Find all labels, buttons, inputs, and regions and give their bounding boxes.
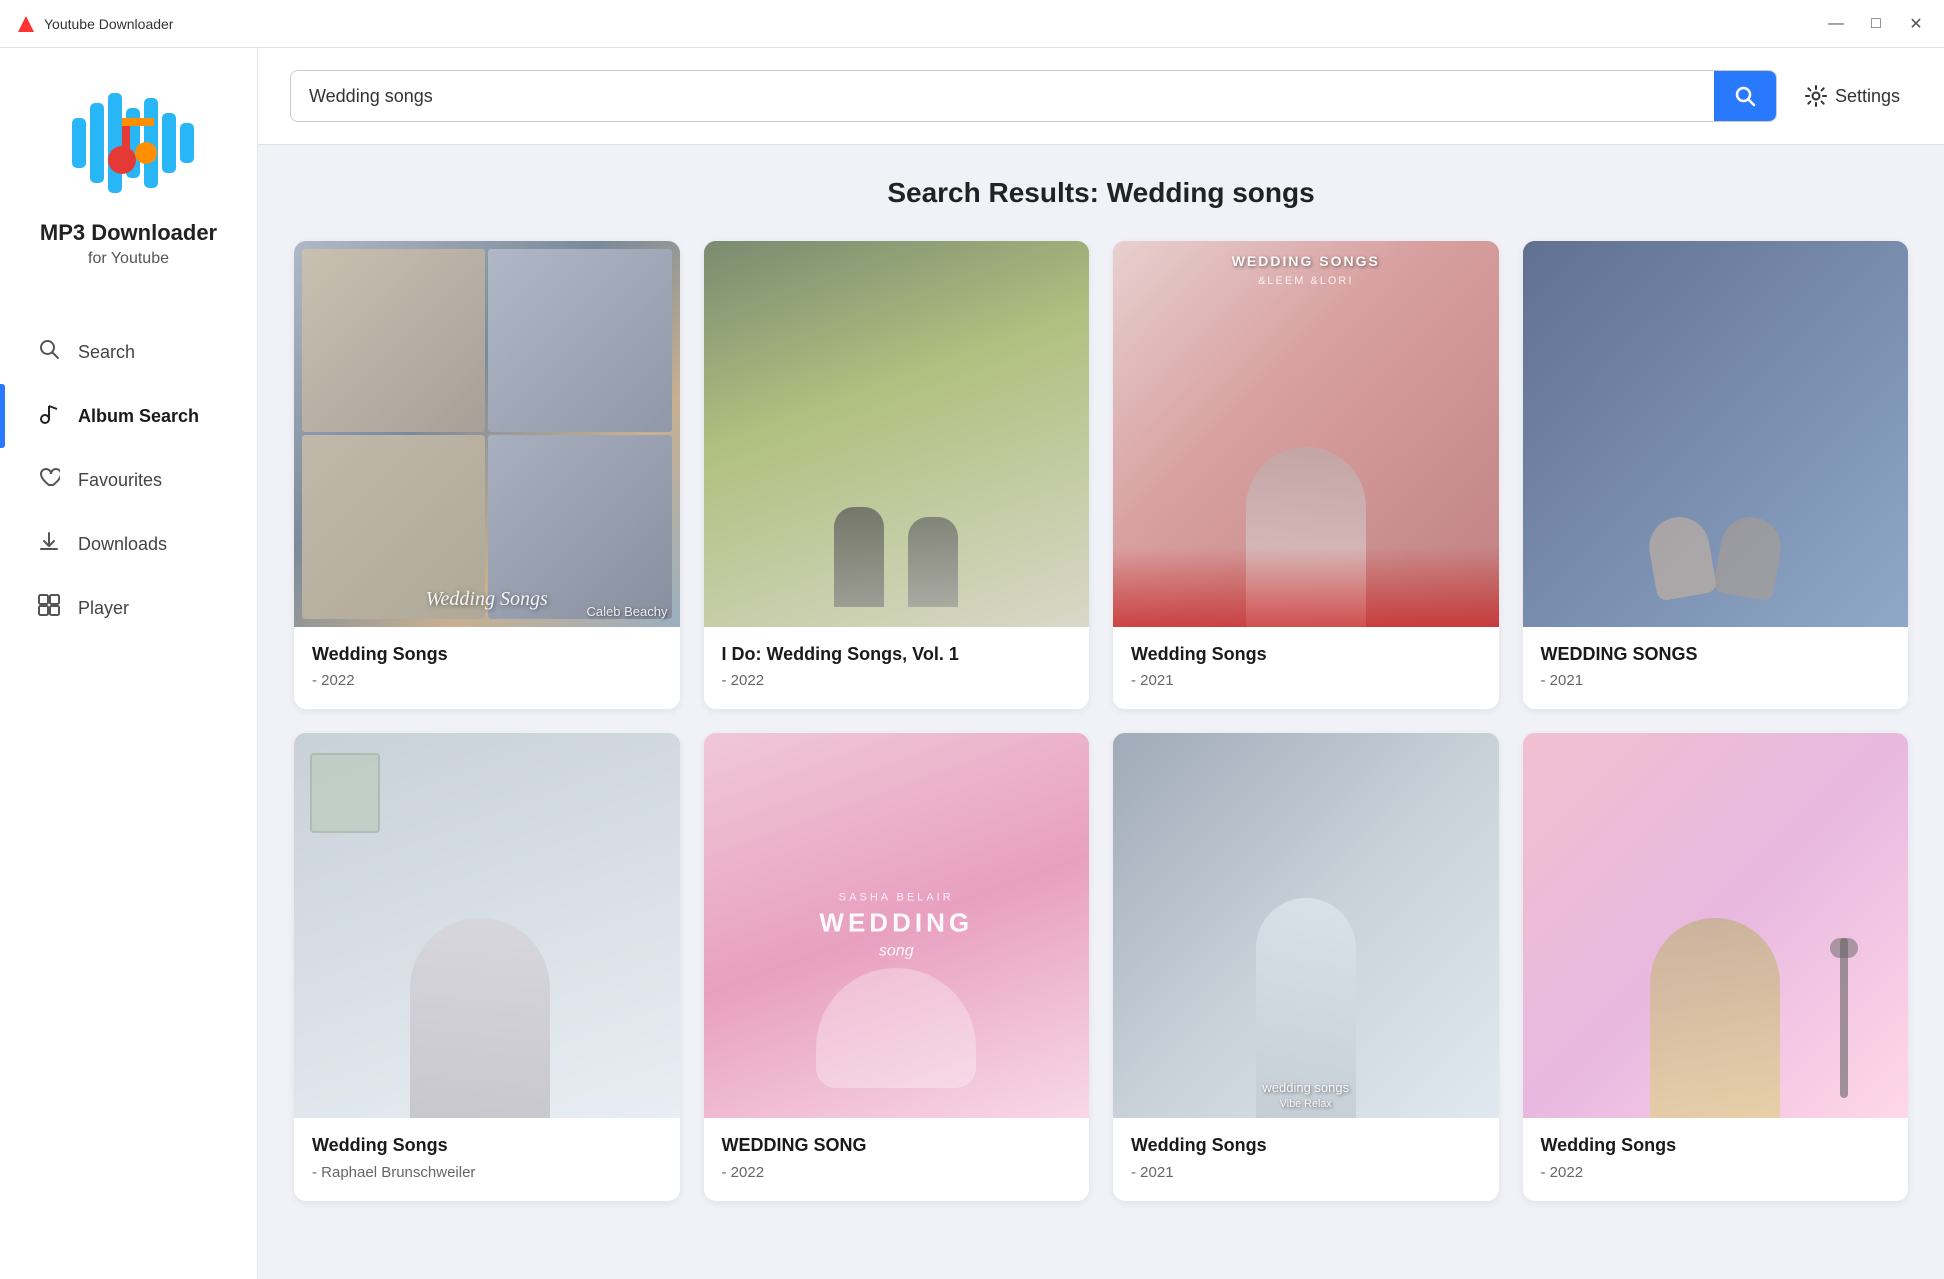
album-cover-1: Wedding Songs Caleb Beachy: [294, 241, 680, 627]
album-info-3: Wedding Songs - 2021: [1113, 627, 1499, 709]
minimize-button[interactable]: —: [1824, 12, 1848, 36]
album-info-4: WEDDING SONGS - 2021: [1523, 627, 1909, 709]
album-card-2[interactable]: I Do: Wedding Songs, Vol. 1 - 2022: [704, 241, 1090, 709]
album-card-7[interactable]: wedding songsVibe Relax Wedding Songs - …: [1113, 733, 1499, 1201]
cover-sasha-artist-label: SASHA BELAIR: [819, 891, 973, 903]
album-cover-5: [294, 733, 680, 1119]
sidebar-item-album-search[interactable]: Album Search: [0, 384, 257, 448]
album-meta-3: - 2021: [1131, 672, 1481, 689]
album-card-4[interactable]: WEDDING SONGS - 2021: [1523, 241, 1909, 709]
album-info-5: Wedding Songs - Raphael Brunschweiler: [294, 1118, 680, 1200]
app-subtitle: for Youtube: [88, 250, 169, 268]
album-title-4: WEDDING SONGS: [1541, 643, 1891, 666]
close-button[interactable]: ✕: [1904, 12, 1928, 36]
cover-text-1: Wedding Songs: [426, 588, 548, 611]
settings-button[interactable]: Settings: [1793, 77, 1912, 115]
results-grid: Wedding Songs Caleb Beachy Wedding Songs…: [294, 241, 1908, 1201]
search-icon: [36, 338, 62, 366]
results-area: Search Results: Wedding songs Weddin: [258, 145, 1944, 1279]
titlebar-controls: — □ ✕: [1824, 12, 1928, 36]
sidebar-item-downloads[interactable]: Downloads: [0, 512, 257, 576]
album-meta-4: - 2021: [1541, 672, 1891, 689]
album-meta-8: - 2022: [1541, 1164, 1891, 1181]
sidebar-item-search-label: Search: [78, 342, 135, 363]
album-info-2: I Do: Wedding Songs, Vol. 1 - 2022: [704, 627, 1090, 709]
search-input-wrapper: [290, 70, 1777, 122]
cover-sasha-title: SASHA BELAIR WEDDING song: [819, 891, 973, 960]
cover-artist-1: Caleb Beachy: [587, 604, 668, 619]
download-icon: [36, 530, 62, 558]
app-body: MP3 Downloader for Youtube Search: [0, 48, 1944, 1279]
cover-sasha-main: WEDDING: [819, 907, 973, 938]
album-info-7: Wedding Songs - 2021: [1113, 1118, 1499, 1200]
sidebar-item-favourites[interactable]: Favourites: [0, 448, 257, 512]
logo-container: MP3 Downloader for Youtube: [40, 78, 217, 268]
album-title-6: WEDDING SONG: [722, 1134, 1072, 1157]
settings-label: Settings: [1835, 86, 1900, 107]
results-title: Search Results: Wedding songs: [294, 177, 1908, 209]
music-note-icon: [36, 402, 62, 430]
sidebar-item-search[interactable]: Search: [0, 320, 257, 384]
album-title-1: Wedding Songs: [312, 643, 662, 666]
album-title-8: Wedding Songs: [1541, 1134, 1891, 1157]
album-cover-7: wedding songsVibe Relax: [1113, 733, 1499, 1119]
album-cover-6: SASHA BELAIR WEDDING song: [704, 733, 1090, 1119]
player-icon: [36, 594, 62, 622]
album-meta-1: - 2022: [312, 672, 662, 689]
titlebar-title: Youtube Downloader: [44, 16, 173, 32]
album-title-3: Wedding Songs: [1131, 643, 1481, 666]
app-logo: [64, 78, 194, 208]
search-input[interactable]: [291, 72, 1714, 121]
album-meta-5: - Raphael Brunschweiler: [312, 1164, 662, 1181]
album-meta-2: - 2022: [722, 672, 1072, 689]
album-card-1[interactable]: Wedding Songs Caleb Beachy Wedding Songs…: [294, 241, 680, 709]
cover-overlay-1: Wedding Songs: [294, 241, 680, 627]
search-button-icon: [1734, 85, 1756, 107]
sidebar-item-album-search-label: Album Search: [78, 406, 199, 427]
album-card-6[interactable]: SASHA BELAIR WEDDING song WEDDING SONG -…: [704, 733, 1090, 1201]
album-meta-7: - 2021: [1131, 1164, 1481, 1181]
album-card-3[interactable]: WEDDING SONGS &LEEM &LORI Wedding Songs …: [1113, 241, 1499, 709]
cover-ribbon-3: [1113, 547, 1499, 627]
titlebar: Youtube Downloader — □ ✕: [0, 0, 1944, 48]
sidebar-item-downloads-label: Downloads: [78, 534, 167, 555]
album-meta-6: - 2022: [722, 1164, 1072, 1181]
sidebar-item-player-label: Player: [78, 598, 129, 619]
album-card-8[interactable]: Wedding Songs - 2022: [1523, 733, 1909, 1201]
settings-icon: [1805, 85, 1827, 107]
album-cover-3: WEDDING SONGS &LEEM &LORI: [1113, 241, 1499, 627]
titlebar-left: Youtube Downloader: [16, 14, 173, 34]
search-bar-area: Settings: [258, 48, 1944, 145]
sidebar: MP3 Downloader for Youtube Search: [0, 48, 258, 1279]
album-info-1: Wedding Songs - 2022: [294, 627, 680, 709]
album-title-7: Wedding Songs: [1131, 1134, 1481, 1157]
sidebar-item-favourites-label: Favourites: [78, 470, 162, 491]
heart-icon: [36, 466, 62, 494]
album-cover-8: [1523, 733, 1909, 1119]
album-title-2: I Do: Wedding Songs, Vol. 1: [722, 643, 1072, 666]
album-card-5[interactable]: Wedding Songs - Raphael Brunschweiler: [294, 733, 680, 1201]
app-icon: [16, 14, 36, 34]
album-cover-2: [704, 241, 1090, 627]
app-name: MP3 Downloader: [40, 220, 217, 246]
main-content: Settings Search Results: Wedding songs: [258, 48, 1944, 1279]
search-button[interactable]: [1714, 71, 1776, 121]
cover-band-label-3: WEDDING SONGS: [1113, 253, 1499, 269]
maximize-button[interactable]: □: [1864, 12, 1888, 36]
album-info-8: Wedding Songs - 2022: [1523, 1118, 1909, 1200]
album-title-5: Wedding Songs: [312, 1134, 662, 1157]
sidebar-nav: Search Album Search: [0, 320, 257, 640]
cover-sasha-sub: song: [819, 942, 973, 960]
album-cover-4: [1523, 241, 1909, 627]
cover-vibe-label-7: wedding songsVibe Relax: [1113, 1080, 1499, 1110]
sidebar-item-player[interactable]: Player: [0, 576, 257, 640]
album-info-6: WEDDING SONG - 2022: [704, 1118, 1090, 1200]
